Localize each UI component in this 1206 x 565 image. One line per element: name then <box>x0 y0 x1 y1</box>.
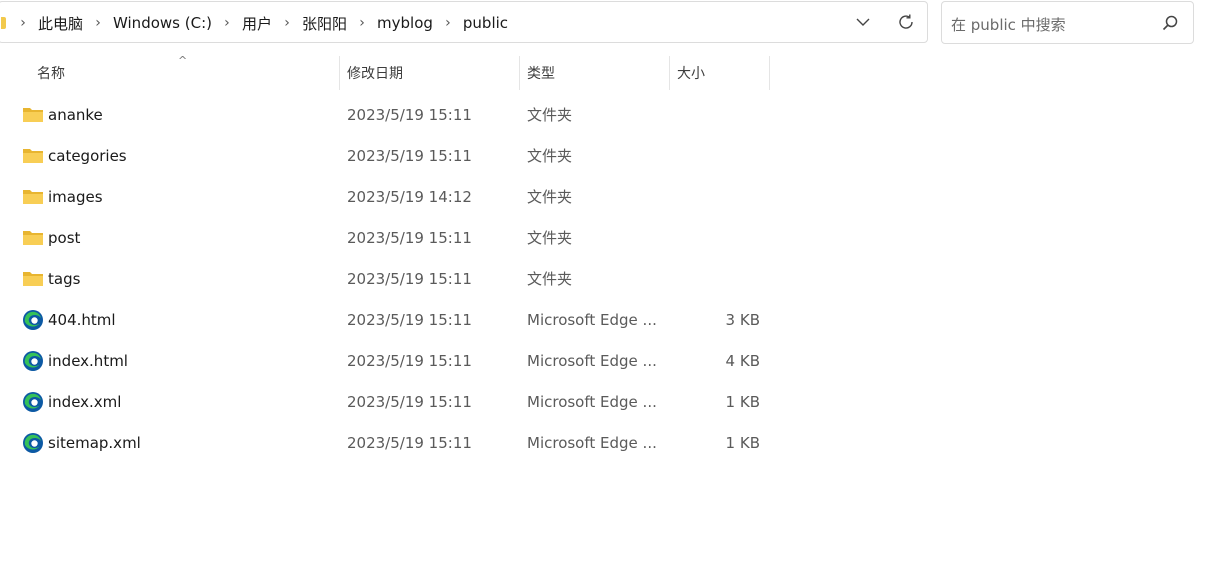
column-header-type[interactable]: 类型 <box>527 56 555 90</box>
file-size <box>660 176 760 217</box>
file-name[interactable]: tags <box>48 258 80 299</box>
file-type: 文件夹 <box>527 106 573 124</box>
file-row[interactable]: categories 2023/5/19 15:11 文件夹 <box>0 135 800 176</box>
file-name[interactable]: categories <box>48 135 127 176</box>
file-date: 2023/5/19 15:11 <box>347 310 472 329</box>
search-icon[interactable] <box>1161 14 1179 32</box>
column-divider[interactable] <box>669 56 670 90</box>
navigation-bar: › 此电脑 › Windows (C:) › 用户 › 张阳阳 › myblog… <box>0 0 1206 50</box>
file-type: Microsoft Edge ... <box>527 433 657 452</box>
file-name[interactable]: images <box>48 176 103 217</box>
breadcrumb-separator[interactable]: › <box>12 15 34 31</box>
file-date: 2023/5/19 15:11 <box>347 433 472 452</box>
file-row[interactable]: ananke 2023/5/19 15:11 文件夹 <box>0 94 800 135</box>
folder-icon <box>23 149 43 163</box>
column-header-name[interactable]: 名称 <box>37 56 65 90</box>
file-size <box>660 135 760 176</box>
file-date: 2023/5/19 14:12 <box>347 187 472 206</box>
breadcrumb-separator[interactable]: › <box>216 15 238 31</box>
breadcrumb-separator[interactable]: › <box>87 15 109 31</box>
file-name[interactable]: ananke <box>48 94 103 135</box>
edge-icon <box>23 310 43 330</box>
folder-icon <box>1 17 6 29</box>
sort-ascending-icon: ^ <box>178 54 188 67</box>
breadcrumb-item-drive-c[interactable]: Windows (C:) <box>109 14 216 32</box>
edge-icon <box>23 392 43 412</box>
file-size <box>660 94 760 135</box>
file-name[interactable]: index.html <box>48 340 128 381</box>
file-date: 2023/5/19 15:11 <box>347 351 472 370</box>
address-history-button[interactable] <box>851 10 875 34</box>
refresh-button[interactable] <box>894 10 918 34</box>
column-divider[interactable] <box>769 56 770 90</box>
file-date: 2023/5/19 15:11 <box>347 269 472 288</box>
file-size: 4 KB <box>725 351 760 370</box>
breadcrumb-item-this-pc[interactable]: 此电脑 <box>34 13 87 34</box>
file-size <box>660 258 760 299</box>
file-type: Microsoft Edge ... <box>527 392 657 411</box>
folder-icon <box>23 190 43 204</box>
file-row[interactable]: index.html 2023/5/19 15:11 Microsoft Edg… <box>0 340 800 381</box>
file-size: 3 KB <box>725 310 760 329</box>
edge-icon <box>23 351 43 371</box>
file-name[interactable]: index.xml <box>48 381 121 422</box>
column-header-date[interactable]: 修改日期 <box>347 56 403 90</box>
breadcrumb-item-public[interactable]: public <box>459 14 512 32</box>
breadcrumb-separator[interactable]: › <box>437 15 459 31</box>
file-row[interactable]: 404.html 2023/5/19 15:11 Microsoft Edge … <box>0 299 800 340</box>
folder-icon <box>23 231 43 245</box>
edge-icon <box>23 433 43 453</box>
column-divider[interactable] <box>339 56 340 90</box>
breadcrumb-item-user[interactable]: 张阳阳 <box>298 13 351 34</box>
breadcrumb-separator[interactable]: › <box>276 15 298 31</box>
search-placeholder[interactable]: 在 public 中搜索 <box>951 14 1066 35</box>
file-name[interactable]: post <box>48 217 80 258</box>
chevron-down-icon <box>856 18 870 26</box>
search-input[interactable]: 在 public 中搜索 <box>941 1 1194 44</box>
file-type: 文件夹 <box>527 147 573 165</box>
file-type: Microsoft Edge ... <box>527 351 657 370</box>
breadcrumb: › 此电脑 › Windows (C:) › 用户 › 张阳阳 › myblog… <box>0 2 512 44</box>
file-row[interactable]: post 2023/5/19 15:11 文件夹 <box>0 217 800 258</box>
refresh-icon <box>899 14 913 29</box>
file-date: 2023/5/19 15:11 <box>347 228 472 247</box>
file-size: 1 KB <box>725 392 760 411</box>
file-type: 文件夹 <box>527 229 573 247</box>
file-size: 1 KB <box>725 433 760 452</box>
address-bar[interactable]: › 此电脑 › Windows (C:) › 用户 › 张阳阳 › myblog… <box>0 1 928 43</box>
column-divider[interactable] <box>519 56 520 90</box>
file-type: 文件夹 <box>527 188 573 206</box>
breadcrumb-item-users[interactable]: 用户 <box>238 13 276 34</box>
file-list: ananke 2023/5/19 15:11 文件夹 categories 20… <box>0 94 800 463</box>
file-row[interactable]: sitemap.xml 2023/5/19 15:11 Microsoft Ed… <box>0 422 800 463</box>
file-date: 2023/5/19 15:11 <box>347 105 472 124</box>
folder-icon <box>23 108 43 122</box>
file-name[interactable]: sitemap.xml <box>48 422 141 463</box>
file-type: 文件夹 <box>527 270 573 288</box>
file-date: 2023/5/19 15:11 <box>347 392 472 411</box>
breadcrumb-separator[interactable]: › <box>351 15 373 31</box>
folder-icon <box>23 272 43 286</box>
file-date: 2023/5/19 15:11 <box>347 146 472 165</box>
file-name[interactable]: 404.html <box>48 299 116 340</box>
file-size <box>660 217 760 258</box>
breadcrumb-item-myblog[interactable]: myblog <box>373 14 437 32</box>
column-header-row: ^ 名称 修改日期 类型 大小 <box>0 52 780 90</box>
file-row[interactable]: tags 2023/5/19 15:11 文件夹 <box>0 258 800 299</box>
file-row[interactable]: images 2023/5/19 14:12 文件夹 <box>0 176 800 217</box>
file-type: Microsoft Edge ... <box>527 310 657 329</box>
column-header-size[interactable]: 大小 <box>677 56 705 90</box>
file-row[interactable]: index.xml 2023/5/19 15:11 Microsoft Edge… <box>0 381 800 422</box>
